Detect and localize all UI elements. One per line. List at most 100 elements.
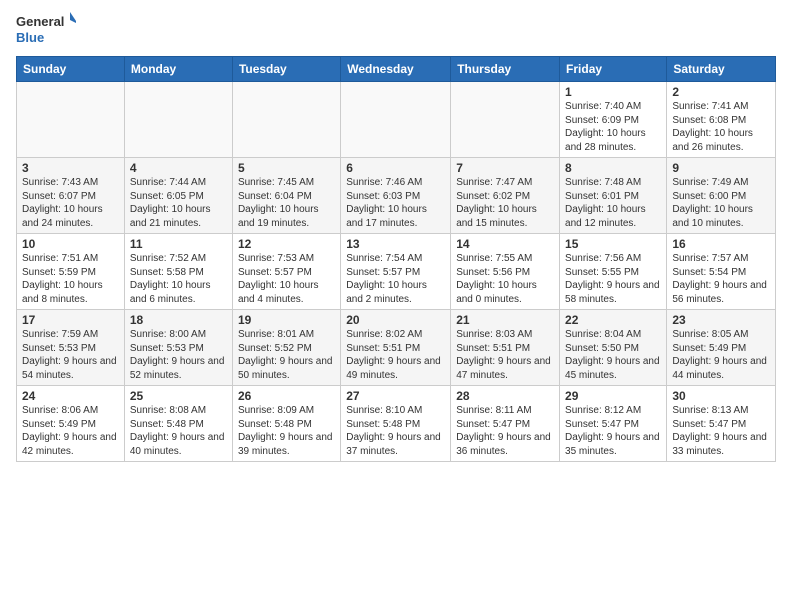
svg-text:General: General — [16, 14, 64, 29]
calendar-cell: 29Sunrise: 8:12 AM Sunset: 5:47 PM Dayli… — [560, 386, 667, 462]
day-info: Sunrise: 7:55 AM Sunset: 5:56 PM Dayligh… — [456, 252, 554, 306]
calendar-cell: 25Sunrise: 8:08 AM Sunset: 5:48 PM Dayli… — [124, 386, 232, 462]
day-number: 30 — [672, 389, 770, 403]
day-number: 29 — [565, 389, 661, 403]
day-info: Sunrise: 8:12 AM Sunset: 5:47 PM Dayligh… — [565, 404, 661, 458]
calendar-cell: 28Sunrise: 8:11 AM Sunset: 5:47 PM Dayli… — [451, 386, 560, 462]
day-number: 27 — [346, 389, 445, 403]
calendar-cell — [232, 82, 340, 158]
day-number: 25 — [130, 389, 227, 403]
day-number: 22 — [565, 313, 661, 327]
day-info: Sunrise: 8:08 AM Sunset: 5:48 PM Dayligh… — [130, 404, 227, 458]
calendar-cell — [341, 82, 451, 158]
day-info: Sunrise: 7:59 AM Sunset: 5:53 PM Dayligh… — [22, 328, 119, 382]
calendar-cell: 10Sunrise: 7:51 AM Sunset: 5:59 PM Dayli… — [17, 234, 125, 310]
calendar-cell: 8Sunrise: 7:48 AM Sunset: 6:01 PM Daylig… — [560, 158, 667, 234]
day-info: Sunrise: 7:45 AM Sunset: 6:04 PM Dayligh… — [238, 176, 335, 230]
calendar-cell: 5Sunrise: 7:45 AM Sunset: 6:04 PM Daylig… — [232, 158, 340, 234]
day-number: 10 — [22, 237, 119, 251]
day-number: 8 — [565, 161, 661, 175]
day-info: Sunrise: 7:43 AM Sunset: 6:07 PM Dayligh… — [22, 176, 119, 230]
day-number: 12 — [238, 237, 335, 251]
day-number: 14 — [456, 237, 554, 251]
weekday-header-row: SundayMondayTuesdayWednesdayThursdayFrid… — [17, 57, 776, 82]
day-info: Sunrise: 8:01 AM Sunset: 5:52 PM Dayligh… — [238, 328, 335, 382]
calendar-cell: 24Sunrise: 8:06 AM Sunset: 5:49 PM Dayli… — [17, 386, 125, 462]
page: General Blue SundayMondayTuesdayWednesda… — [0, 0, 792, 472]
calendar-cell: 18Sunrise: 8:00 AM Sunset: 5:53 PM Dayli… — [124, 310, 232, 386]
calendar: SundayMondayTuesdayWednesdayThursdayFrid… — [16, 56, 776, 462]
day-number: 18 — [130, 313, 227, 327]
calendar-cell: 26Sunrise: 8:09 AM Sunset: 5:48 PM Dayli… — [232, 386, 340, 462]
calendar-cell: 12Sunrise: 7:53 AM Sunset: 5:57 PM Dayli… — [232, 234, 340, 310]
day-info: Sunrise: 8:09 AM Sunset: 5:48 PM Dayligh… — [238, 404, 335, 458]
day-info: Sunrise: 8:02 AM Sunset: 5:51 PM Dayligh… — [346, 328, 445, 382]
weekday-wednesday: Wednesday — [341, 57, 451, 82]
weekday-monday: Monday — [124, 57, 232, 82]
calendar-cell: 13Sunrise: 7:54 AM Sunset: 5:57 PM Dayli… — [341, 234, 451, 310]
calendar-cell — [451, 82, 560, 158]
calendar-cell: 7Sunrise: 7:47 AM Sunset: 6:02 PM Daylig… — [451, 158, 560, 234]
day-number: 1 — [565, 85, 661, 99]
calendar-cell: 15Sunrise: 7:56 AM Sunset: 5:55 PM Dayli… — [560, 234, 667, 310]
day-number: 20 — [346, 313, 445, 327]
day-number: 15 — [565, 237, 661, 251]
svg-text:Blue: Blue — [16, 30, 44, 45]
calendar-cell: 21Sunrise: 8:03 AM Sunset: 5:51 PM Dayli… — [451, 310, 560, 386]
day-number: 13 — [346, 237, 445, 251]
day-number: 24 — [22, 389, 119, 403]
day-info: Sunrise: 7:47 AM Sunset: 6:02 PM Dayligh… — [456, 176, 554, 230]
day-number: 5 — [238, 161, 335, 175]
day-info: Sunrise: 7:44 AM Sunset: 6:05 PM Dayligh… — [130, 176, 227, 230]
logo-svg: General Blue — [16, 10, 76, 50]
day-info: Sunrise: 8:13 AM Sunset: 5:47 PM Dayligh… — [672, 404, 770, 458]
day-info: Sunrise: 8:05 AM Sunset: 5:49 PM Dayligh… — [672, 328, 770, 382]
day-info: Sunrise: 7:49 AM Sunset: 6:00 PM Dayligh… — [672, 176, 770, 230]
calendar-cell: 11Sunrise: 7:52 AM Sunset: 5:58 PM Dayli… — [124, 234, 232, 310]
header: General Blue — [16, 10, 776, 50]
weekday-saturday: Saturday — [667, 57, 776, 82]
calendar-cell: 19Sunrise: 8:01 AM Sunset: 5:52 PM Dayli… — [232, 310, 340, 386]
day-info: Sunrise: 7:51 AM Sunset: 5:59 PM Dayligh… — [22, 252, 119, 306]
calendar-cell: 9Sunrise: 7:49 AM Sunset: 6:00 PM Daylig… — [667, 158, 776, 234]
calendar-cell: 17Sunrise: 7:59 AM Sunset: 5:53 PM Dayli… — [17, 310, 125, 386]
day-number: 4 — [130, 161, 227, 175]
calendar-cell: 30Sunrise: 8:13 AM Sunset: 5:47 PM Dayli… — [667, 386, 776, 462]
day-number: 19 — [238, 313, 335, 327]
calendar-cell: 3Sunrise: 7:43 AM Sunset: 6:07 PM Daylig… — [17, 158, 125, 234]
day-number: 17 — [22, 313, 119, 327]
day-number: 9 — [672, 161, 770, 175]
day-info: Sunrise: 8:00 AM Sunset: 5:53 PM Dayligh… — [130, 328, 227, 382]
calendar-cell — [17, 82, 125, 158]
day-info: Sunrise: 7:54 AM Sunset: 5:57 PM Dayligh… — [346, 252, 445, 306]
week-row-1: 1Sunrise: 7:40 AM Sunset: 6:09 PM Daylig… — [17, 82, 776, 158]
weekday-sunday: Sunday — [17, 57, 125, 82]
day-number: 2 — [672, 85, 770, 99]
calendar-cell: 4Sunrise: 7:44 AM Sunset: 6:05 PM Daylig… — [124, 158, 232, 234]
calendar-cell: 23Sunrise: 8:05 AM Sunset: 5:49 PM Dayli… — [667, 310, 776, 386]
weekday-thursday: Thursday — [451, 57, 560, 82]
day-info: Sunrise: 7:56 AM Sunset: 5:55 PM Dayligh… — [565, 252, 661, 306]
day-number: 7 — [456, 161, 554, 175]
week-row-2: 3Sunrise: 7:43 AM Sunset: 6:07 PM Daylig… — [17, 158, 776, 234]
day-info: Sunrise: 8:10 AM Sunset: 5:48 PM Dayligh… — [346, 404, 445, 458]
day-info: Sunrise: 8:04 AM Sunset: 5:50 PM Dayligh… — [565, 328, 661, 382]
day-info: Sunrise: 8:06 AM Sunset: 5:49 PM Dayligh… — [22, 404, 119, 458]
day-number: 11 — [130, 237, 227, 251]
day-info: Sunrise: 7:52 AM Sunset: 5:58 PM Dayligh… — [130, 252, 227, 306]
day-number: 6 — [346, 161, 445, 175]
calendar-cell: 6Sunrise: 7:46 AM Sunset: 6:03 PM Daylig… — [341, 158, 451, 234]
week-row-4: 17Sunrise: 7:59 AM Sunset: 5:53 PM Dayli… — [17, 310, 776, 386]
calendar-cell: 22Sunrise: 8:04 AM Sunset: 5:50 PM Dayli… — [560, 310, 667, 386]
day-number: 28 — [456, 389, 554, 403]
calendar-cell: 2Sunrise: 7:41 AM Sunset: 6:08 PM Daylig… — [667, 82, 776, 158]
logo: General Blue — [16, 10, 76, 50]
day-number: 3 — [22, 161, 119, 175]
weekday-tuesday: Tuesday — [232, 57, 340, 82]
day-info: Sunrise: 7:53 AM Sunset: 5:57 PM Dayligh… — [238, 252, 335, 306]
calendar-cell: 20Sunrise: 8:02 AM Sunset: 5:51 PM Dayli… — [341, 310, 451, 386]
week-row-3: 10Sunrise: 7:51 AM Sunset: 5:59 PM Dayli… — [17, 234, 776, 310]
weekday-friday: Friday — [560, 57, 667, 82]
day-info: Sunrise: 7:41 AM Sunset: 6:08 PM Dayligh… — [672, 100, 770, 154]
day-info: Sunrise: 8:11 AM Sunset: 5:47 PM Dayligh… — [456, 404, 554, 458]
